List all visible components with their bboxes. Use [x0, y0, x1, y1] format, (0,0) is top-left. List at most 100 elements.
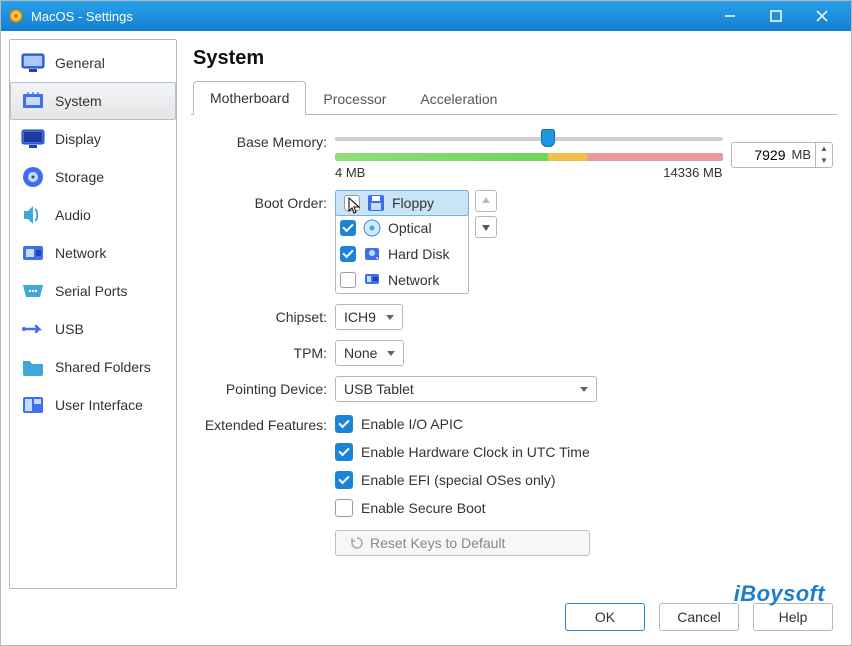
feature-efi-label: Enable EFI (special OSes only) — [361, 472, 556, 488]
sidebar-item-audio[interactable]: Audio — [10, 196, 176, 234]
netcard-icon — [21, 241, 45, 265]
boot-order-list[interactable]: Floppy Optical — [335, 190, 469, 294]
sidebar-item-usb[interactable]: USB — [10, 310, 176, 348]
sidebar-item-general[interactable]: General — [10, 44, 176, 82]
pointing-label: Pointing Device: — [195, 376, 335, 397]
spin-up-button[interactable]: ▲ — [816, 143, 832, 155]
chevron-down-icon — [387, 351, 395, 356]
boot-network-label: Network — [388, 272, 439, 288]
boot-floppy-checkbox[interactable] — [344, 195, 360, 211]
disk-icon — [21, 165, 45, 189]
memory-gauge — [335, 153, 723, 161]
chipset-label: Chipset: — [195, 304, 335, 325]
feature-efi[interactable]: Enable EFI (special OSes only) — [335, 468, 590, 492]
feature-io-apic-checkbox[interactable] — [335, 415, 353, 433]
sidebar-item-label: System — [55, 93, 102, 109]
sidebar-item-label: Network — [55, 245, 106, 261]
tpm-label: TPM: — [195, 340, 335, 361]
boot-item-network[interactable]: Network — [336, 267, 468, 293]
boot-optical-checkbox[interactable] — [340, 220, 356, 236]
feature-io-apic[interactable]: Enable I/O APIC — [335, 412, 590, 436]
folder-icon — [21, 355, 45, 379]
memory-slider[interactable] — [335, 129, 723, 149]
feature-secure-boot-label: Enable Secure Boot — [361, 500, 486, 516]
sidebar-item-label: USB — [55, 321, 84, 337]
boot-network-checkbox[interactable] — [340, 272, 356, 288]
slider-thumb-icon[interactable] — [541, 129, 555, 147]
ok-button[interactable]: OK — [565, 603, 645, 631]
boot-order-label: Boot Order: — [195, 190, 335, 211]
chipset-row: Chipset: ICH9 — [195, 304, 833, 330]
reset-keys-button[interactable]: Reset Keys to Default — [335, 530, 590, 556]
sidebar-item-label: User Interface — [55, 397, 143, 413]
tpm-select[interactable]: None — [335, 340, 404, 366]
window-title: MacOS - Settings — [31, 9, 133, 24]
pointing-value: USB Tablet — [344, 381, 414, 397]
footer: iBoysoft OK Cancel Help — [9, 597, 843, 637]
reset-icon — [350, 536, 364, 550]
memory-spinbox[interactable]: MB ▲ ▼ — [731, 142, 834, 168]
boot-move-down-button[interactable] — [475, 216, 497, 238]
feature-utc-clock-label: Enable Hardware Clock in UTC Time — [361, 444, 590, 460]
content-pane: System Motherboard Processor Acceleratio… — [185, 39, 843, 589]
pointing-row: Pointing Device: USB Tablet — [195, 376, 833, 402]
sidebar-item-system[interactable]: System — [10, 82, 176, 120]
sidebar-item-display[interactable]: Display — [10, 120, 176, 158]
boot-floppy-label: Floppy — [392, 195, 434, 211]
chipset-select[interactable]: ICH9 — [335, 304, 403, 330]
optical-icon — [362, 218, 382, 238]
spin-down-button[interactable]: ▼ — [816, 155, 832, 167]
boot-move-up-button[interactable] — [475, 190, 497, 212]
boot-item-optical[interactable]: Optical — [336, 215, 468, 241]
netboot-icon — [362, 270, 382, 290]
chevron-down-icon — [580, 387, 588, 392]
sidebar-item-storage[interactable]: Storage — [10, 158, 176, 196]
page-title: System — [193, 47, 835, 70]
display-icon — [21, 127, 45, 151]
boot-harddisk-checkbox[interactable] — [340, 246, 356, 262]
serial-icon — [21, 279, 45, 303]
help-button[interactable]: Help — [753, 603, 833, 631]
settings-window: MacOS - Settings General — [0, 0, 852, 646]
sidebar-item-shared-folders[interactable]: Shared Folders — [10, 348, 176, 386]
motherboard-form: Base Memory: — [191, 115, 837, 566]
extended-features-label: Extended Features: — [195, 412, 335, 433]
feature-utc-clock[interactable]: Enable Hardware Clock in UTC Time — [335, 440, 590, 464]
sidebar-item-label: General — [55, 55, 105, 71]
speaker-icon — [21, 203, 45, 227]
boot-item-harddisk[interactable]: Hard Disk — [336, 241, 468, 267]
harddisk-icon — [362, 244, 382, 264]
feature-io-apic-label: Enable I/O APIC — [361, 416, 463, 432]
close-button[interactable] — [799, 1, 845, 31]
monitor-icon — [21, 51, 45, 75]
tab-bar: Motherboard Processor Acceleration — [191, 80, 837, 115]
feature-efi-checkbox[interactable] — [335, 471, 353, 489]
sidebar-item-label: Audio — [55, 207, 91, 223]
sidebar: General System Display Storage Audio — [9, 39, 177, 589]
boot-item-floppy[interactable]: Floppy — [335, 190, 469, 216]
floppy-icon — [366, 193, 386, 213]
cancel-button[interactable]: Cancel — [659, 603, 739, 631]
sidebar-item-user-interface[interactable]: User Interface — [10, 386, 176, 424]
sidebar-item-label: Storage — [55, 169, 104, 185]
pointing-select[interactable]: USB Tablet — [335, 376, 597, 402]
tab-motherboard[interactable]: Motherboard — [193, 81, 306, 115]
layout-icon — [21, 393, 45, 417]
sidebar-item-label: Serial Ports — [55, 283, 127, 299]
tab-acceleration[interactable]: Acceleration — [403, 82, 514, 115]
boot-harddisk-label: Hard Disk — [388, 246, 449, 262]
base-memory-row: Base Memory: — [195, 129, 833, 180]
minimize-button[interactable] — [707, 1, 753, 31]
base-memory-label: Base Memory: — [195, 129, 335, 150]
tab-processor[interactable]: Processor — [306, 82, 403, 115]
maximize-button[interactable] — [753, 1, 799, 31]
sidebar-item-serial-ports[interactable]: Serial Ports — [10, 272, 176, 310]
feature-secure-boot[interactable]: Enable Secure Boot — [335, 496, 590, 520]
memory-unit: MB — [790, 147, 816, 162]
gear-icon — [7, 7, 25, 25]
sidebar-item-network[interactable]: Network — [10, 234, 176, 272]
feature-utc-clock-checkbox[interactable] — [335, 443, 353, 461]
feature-secure-boot-checkbox[interactable] — [335, 499, 353, 517]
boot-optical-label: Optical — [388, 220, 432, 236]
memory-input[interactable] — [732, 147, 790, 163]
